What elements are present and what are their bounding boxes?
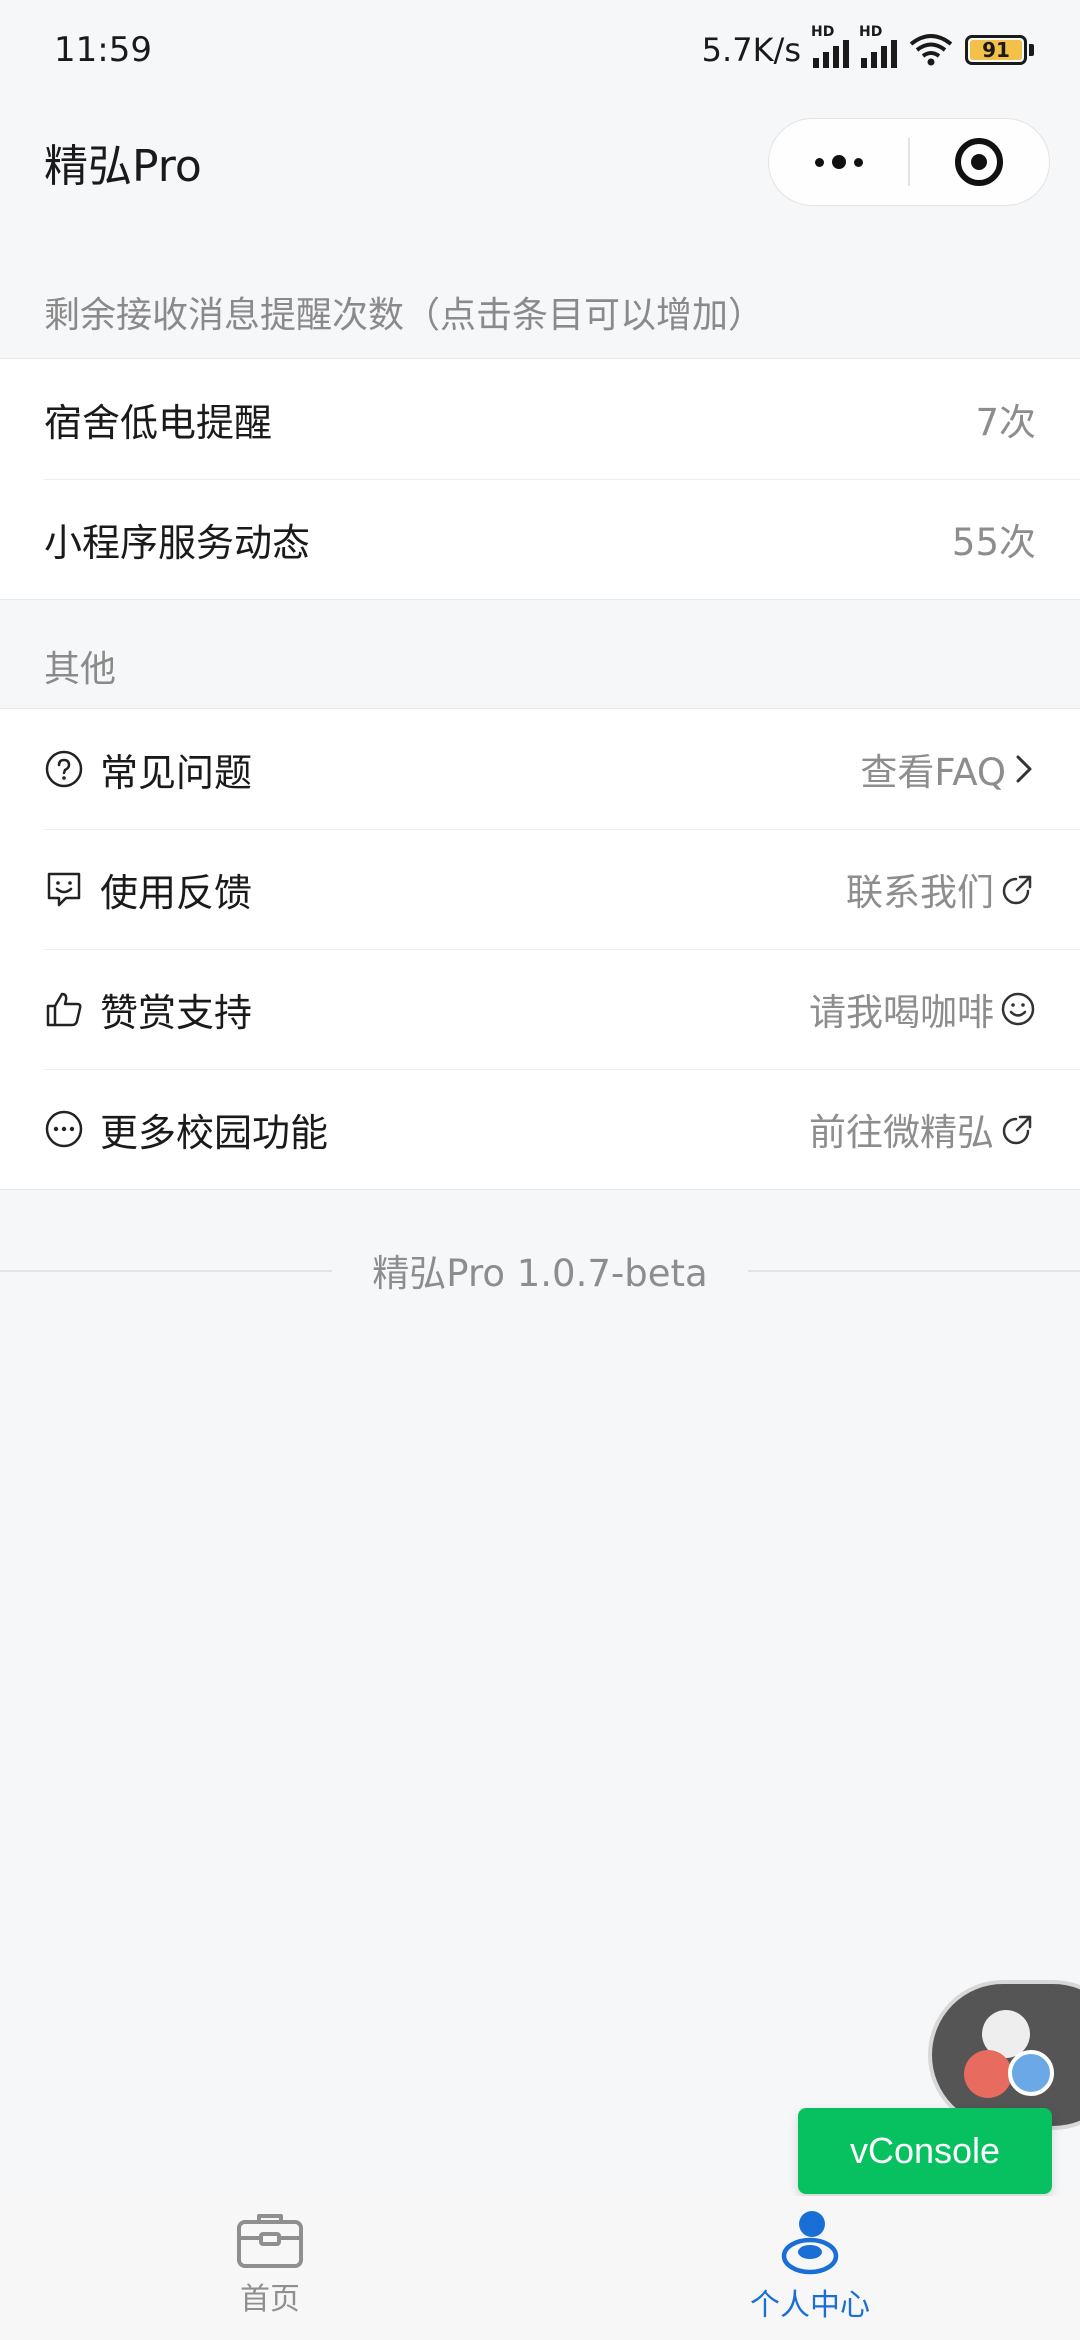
- tab-bar: 首页 个人中心: [0, 2196, 1080, 2340]
- more-features-row[interactable]: 更多校园功能 前往微精弘: [0, 1069, 1080, 1189]
- faq-label: 常见问题: [100, 750, 253, 795]
- more-button[interactable]: [769, 119, 908, 205]
- external-link-icon: [1002, 875, 1032, 905]
- network-speed: 5.7K/s: [701, 31, 801, 69]
- home-briefcase-icon: [237, 2214, 303, 2268]
- donate-action: 请我喝咖啡: [809, 991, 994, 1034]
- wifi-icon: [909, 34, 953, 66]
- feedback-icon: [47, 872, 81, 907]
- reminders-card: 宿舍低电提醒 7次 小程序服务动态 55次: [0, 358, 1080, 600]
- more-circle-icon: [45, 1110, 83, 1148]
- hd-label: HD: [811, 24, 835, 40]
- reminder-count: 7次: [975, 401, 1036, 444]
- signal-icon-2: HD: [859, 24, 897, 68]
- divider-line-left: [0, 1270, 332, 1272]
- miniprogram-capsule: [768, 118, 1050, 206]
- bubble-app-icon: [964, 2050, 1012, 2098]
- other-card: 常见问题 查看FAQ 使用反馈 联系我们 赞赏支持 请我喝咖啡 更多校园功能 前…: [0, 708, 1080, 1190]
- donate-row[interactable]: 赞赏支持 请我喝咖啡: [0, 949, 1080, 1069]
- battery-level: 91: [982, 38, 1010, 62]
- tab-home[interactable]: 首页: [0, 2196, 540, 2340]
- bubble-browser-icon: [1008, 2050, 1054, 2096]
- hd-label-2: HD: [859, 24, 883, 40]
- battery-icon: 91: [965, 35, 1034, 65]
- status-bar: 11:59 5.7K/s HD HD 91: [0, 0, 1080, 100]
- smile-icon: [1001, 992, 1035, 1026]
- close-miniprogram-button[interactable]: [910, 119, 1049, 205]
- external-link-icon: [1002, 1115, 1032, 1145]
- reminder-count: 55次: [951, 521, 1036, 564]
- reminder-row-service-updates[interactable]: 小程序服务动态 55次: [0, 479, 1080, 599]
- faq-action: 查看FAQ: [860, 751, 1006, 794]
- tab-profile-label: 个人中心: [750, 2288, 870, 2323]
- faq-row[interactable]: 常见问题 查看FAQ: [0, 709, 1080, 829]
- thumbs-up-icon: [46, 992, 82, 1027]
- user-icon: [781, 2211, 839, 2275]
- vconsole-button[interactable]: vConsole: [798, 2108, 1052, 2194]
- more-features-label: 更多校园功能: [100, 1110, 329, 1155]
- status-time: 11:59: [54, 30, 152, 70]
- tab-home-label: 首页: [240, 2282, 300, 2317]
- tab-profile[interactable]: 个人中心: [540, 2196, 1080, 2340]
- nav-bar: 精弘Pro: [0, 100, 1080, 224]
- divider-line-right: [748, 1270, 1080, 1272]
- reminders-header: 剩余接收消息提醒次数（点击条目可以增加）: [44, 295, 765, 336]
- other-header: 其他: [44, 649, 117, 690]
- chevron-right-icon: [1016, 755, 1032, 783]
- reminder-row-low-power[interactable]: 宿舍低电提醒 7次: [0, 359, 1080, 479]
- signal-icon: HD: [811, 24, 849, 68]
- feedback-label: 使用反馈: [100, 870, 253, 915]
- status-right: 5.7K/s HD HD 91: [701, 24, 1034, 69]
- feedback-action: 联系我们: [846, 871, 994, 914]
- target-icon: [955, 138, 1004, 186]
- version-footer: 精弘Pro 1.0.7-beta: [0, 1240, 1080, 1300]
- version-text: 精弘Pro 1.0.7-beta: [372, 1252, 708, 1295]
- reminder-label: 小程序服务动态: [44, 520, 311, 565]
- question-circle-icon: [45, 750, 83, 788]
- feedback-row[interactable]: 使用反馈 联系我们: [0, 829, 1080, 949]
- page-title: 精弘Pro: [44, 141, 202, 192]
- donate-label: 赞赏支持: [100, 990, 253, 1035]
- reminder-label: 宿舍低电提醒: [44, 400, 273, 445]
- more-features-action: 前往微精弘: [809, 1111, 994, 1154]
- more-dots-icon: [814, 155, 863, 169]
